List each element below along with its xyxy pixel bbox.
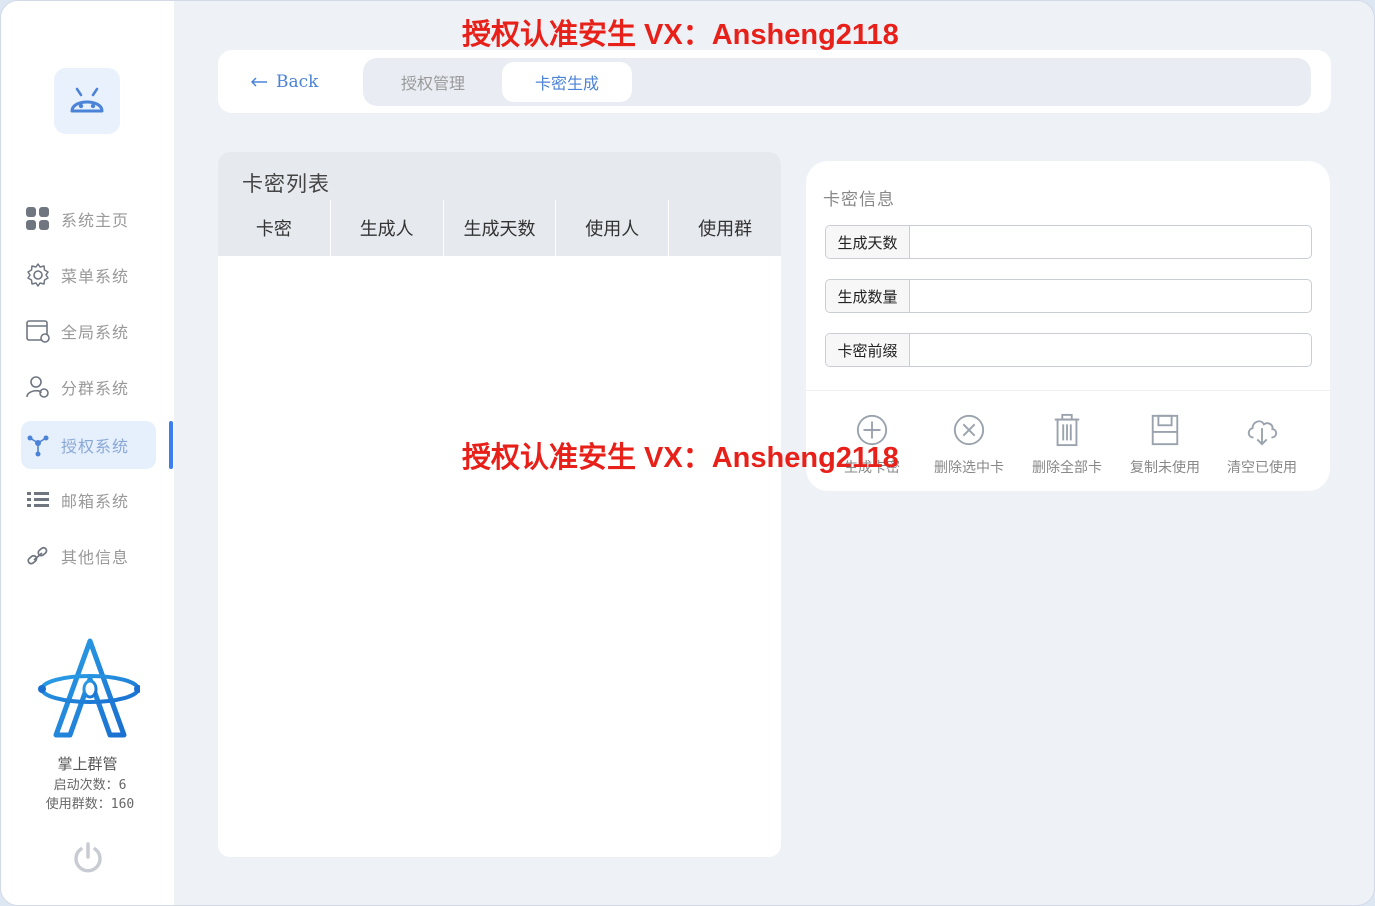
sidebar-item-label: 其他信息 — [61, 548, 130, 567]
sidebar-item-label: 系统主页 — [61, 211, 130, 230]
cloud-download-icon — [1247, 420, 1278, 446]
android-icon[interactable] — [54, 68, 120, 134]
column-header-days[interactable]: 生成天数 — [442, 200, 556, 256]
action-label: 清空已使用 — [1227, 460, 1297, 476]
info-title: 卡密信息 — [823, 190, 895, 210]
sidebar-item-menu[interactable]: 菜单系统 — [21, 251, 156, 299]
quantity-field: 生成数量 — [825, 279, 1312, 313]
sidebar: 系统主页 菜单系统 全局系统 分群系统 授权系统 邮箱系统 其他信息 掌上群管 … — [1, 1, 174, 905]
grid-icon — [25, 206, 51, 232]
network-icon — [25, 432, 51, 458]
tab-bar: 授权管理 卡密生成 — [363, 58, 1311, 106]
top-bar: Back 授权管理 卡密生成 — [218, 50, 1331, 113]
trash-icon — [1054, 413, 1080, 447]
quantity-input[interactable] — [910, 280, 1311, 312]
user-group-icon — [25, 374, 51, 400]
column-header-card[interactable]: 卡密 — [218, 200, 330, 256]
sidebar-item-mail[interactable]: 邮箱系统 — [21, 476, 156, 524]
delete-all-button[interactable]: 删除全部卡 — [1022, 413, 1112, 477]
list-title: 卡密列表 — [242, 172, 330, 196]
card-list-panel: 卡密列表 卡密 生成人 生成天数 使用人 使用群 — [218, 152, 781, 857]
action-label: 删除全部卡 — [1032, 460, 1102, 476]
sidebar-item-group[interactable]: 分群系统 — [21, 363, 156, 411]
save-icon — [1151, 414, 1179, 446]
power-icon[interactable] — [71, 841, 105, 875]
sidebar-item-label: 邮箱系统 — [61, 492, 130, 511]
window-settings-icon — [25, 318, 51, 344]
arrow-left-icon — [250, 72, 268, 92]
app-logo — [38, 637, 142, 739]
column-header-group[interactable]: 使用群 — [668, 200, 781, 256]
action-label: 复制未使用 — [1130, 460, 1200, 476]
brand-name: 掌上群管 — [57, 755, 118, 773]
link-icon — [25, 543, 51, 569]
tab-card-generate[interactable]: 卡密生成 — [502, 62, 632, 102]
column-header-user[interactable]: 使用人 — [555, 200, 668, 256]
days-input[interactable] — [910, 226, 1311, 258]
sidebar-item-label: 分群系统 — [61, 379, 130, 398]
sidebar-item-home[interactable]: 系统主页 — [21, 195, 156, 243]
group-count: 使用群数：160 — [45, 797, 135, 812]
field-label: 卡密前缀 — [826, 334, 910, 366]
sidebar-item-global[interactable]: 全局系统 — [21, 307, 156, 355]
app-window: 系统主页 菜单系统 全局系统 分群系统 授权系统 邮箱系统 其他信息 掌上群管 … — [0, 0, 1375, 906]
prefix-input[interactable] — [910, 334, 1311, 366]
watermark-top: 授权认准安生 VX：Ansheng2118 — [462, 19, 899, 51]
sidebar-item-label: 全局系统 — [61, 323, 130, 342]
watermark-middle: 授权认准安生 VX：Ansheng2118 — [462, 442, 899, 474]
field-label: 生成数量 — [826, 280, 910, 312]
sidebar-item-label: 菜单系统 — [61, 267, 130, 286]
close-circle-icon — [953, 414, 985, 446]
table-header: 卡密 生成人 生成天数 使用人 使用群 — [218, 200, 781, 256]
sidebar-item-label: 授权系统 — [61, 437, 130, 456]
action-label: 删除选中卡 — [934, 460, 1004, 476]
prefix-field: 卡密前缀 — [825, 333, 1312, 367]
sidebar-item-auth[interactable]: 授权系统 — [21, 421, 156, 469]
launch-count: 启动次数：6 — [53, 778, 127, 793]
back-label: Back — [276, 72, 319, 92]
sidebar-item-other[interactable]: 其他信息 — [21, 532, 156, 580]
gear-icon — [25, 262, 51, 288]
delete-selected-button[interactable]: 删除选中卡 — [924, 413, 1014, 477]
divider — [806, 390, 1330, 391]
field-label: 生成天数 — [826, 226, 910, 258]
back-button[interactable]: Back — [250, 70, 318, 94]
list-icon — [25, 487, 51, 513]
active-indicator — [169, 421, 173, 469]
copy-unused-button[interactable]: 复制未使用 — [1120, 413, 1210, 477]
clear-used-button[interactable]: 清空已使用 — [1217, 413, 1307, 477]
days-field: 生成天数 — [825, 225, 1312, 259]
column-header-creator[interactable]: 生成人 — [329, 200, 443, 256]
tab-auth-manage[interactable]: 授权管理 — [368, 62, 498, 102]
